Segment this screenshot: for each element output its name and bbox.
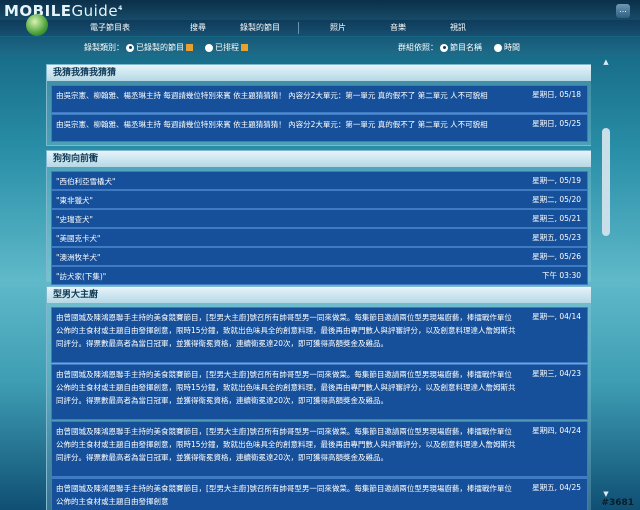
scrollbar-thumb[interactable] [602,128,610,236]
program-group: 我猜我猜我猜猜 由吳宗憲、柳翰雅、楊丞琳主持 每週請幾位特別來賓 依主題猜猜猜！… [46,64,591,146]
recording-date: 下午 03:30 [542,271,581,280]
recording-description: 由曾國城及陳鴻恩聯手主持的美食競賽節目，[型男大主廚]號召所有帥哥型男一同來做菜… [56,313,516,348]
sort-name-label: 節目名稱 [450,43,482,52]
window-menu-button[interactable]: ... [616,4,630,18]
recording-row[interactable]: 由曾國城及陳鴻恩聯手主持的美食競賽節目，[型男大主廚]號召所有帥哥型男一同來做菜… [51,478,588,510]
recording-description: "西伯利亞雪橇犬" [56,177,116,186]
nav-photos[interactable]: 照片 [330,22,346,33]
program-group-title[interactable]: 型男大主廚 [47,287,591,303]
recording-row[interactable]: "東非獵犬" 星期二, 05/20 [51,190,588,209]
logo-sub-text: Guide [71,2,119,20]
scheduled-icon [241,44,248,51]
recording-row[interactable]: 由曾國城及陳鴻恩聯手主持的美食競賽節目，[型男大主廚]號召所有帥哥型男一同來做菜… [51,421,588,477]
recording-row[interactable]: "西伯利亞雪橇犬" 星期一, 05/19 [51,171,588,190]
recording-row[interactable]: 由曾國城及陳鴻恩聯手主持的美食競賽節目，[型男大主廚]號召所有帥哥型男一同來做菜… [51,364,588,420]
app-logo: MOBILEGuide4 [4,2,123,20]
radio-scheduled-icon[interactable] [205,43,213,52]
nav-divider [298,22,299,34]
recording-description: 由吳宗憲、柳翰雅、楊丞琳主持 每週請幾位特別來賓 依主題猜猜猜！ 內容分2大單元… [56,91,488,100]
recording-description: "東非獵犬" [56,196,93,205]
recording-date: 星期日, 05/25 [532,119,581,128]
program-group: 型男大主廚 由曾國城及陳鴻恩聯手主持的美食競賽節目，[型男大主廚]號召所有帥哥型… [46,286,591,510]
recording-date: 星期三, 04/23 [532,369,581,378]
recording-date: 星期一, 04/14 [532,312,581,321]
recording-date: 星期二, 05/20 [532,195,581,204]
recording-row[interactable]: "澳洲牧羊犬" 星期一, 05/26 [51,247,588,266]
filter-recorded-option[interactable]: 已錄製的節目 [126,42,193,53]
logo-version: 4 [118,5,123,12]
recorded-icon [186,44,193,51]
recording-date: 星期一, 05/19 [532,176,581,185]
radio-recorded-icon[interactable] [126,43,134,52]
program-group-title[interactable]: 我猜我猜我猜猜 [47,65,591,81]
nav-music[interactable]: 音樂 [390,22,406,33]
recording-date: 星期四, 04/24 [532,426,581,435]
recording-date: 星期五, 05/23 [532,233,581,242]
recording-description: "訪犬家(下集)" [56,272,107,281]
scrollbar[interactable]: ▲ ▼ [600,58,612,498]
recording-date: 星期三, 05/21 [532,214,581,223]
recording-description: "澳洲牧羊犬" [56,253,101,262]
nav-search[interactable]: 搜尋 [190,22,206,33]
sort-label: 群組依照： [398,43,438,52]
sort-time-label: 時間 [504,43,520,52]
recording-description: "史瑞查犬" [56,215,93,224]
recording-description: "美國克卡犬" [56,234,101,243]
sort-name-option[interactable]: 節目名稱 [440,42,482,53]
recording-description: 由吳宗憲、柳翰雅、楊丞琳主持 每週請幾位特別來賓 依主題猜猜猜！ 內容分2大單元… [56,120,488,129]
recording-date: 星期日, 05/18 [532,90,581,99]
category-label: 錄製類別： [84,43,124,52]
recording-row[interactable]: 由吳宗憲、柳翰雅、楊丞琳主持 每週請幾位特別來賓 依主題猜猜猜！ 內容分2大單元… [51,85,588,113]
recording-row[interactable]: 由曾國城及陳鴻恩聯手主持的美食競賽節目，[型男大主廚]號召所有帥哥型男一同來做菜… [51,307,588,363]
recordings-list[interactable]: 我猜我猜我猜猜 由吳宗憲、柳翰雅、楊丞琳主持 每週請幾位特別來賓 依主題猜猜猜！… [46,58,591,510]
recording-date: 星期一, 05/26 [532,252,581,261]
recording-description: 由曾國城及陳鴻恩聯手主持的美食競賽節目，[型男大主廚]號召所有帥哥型男一同來做菜… [56,484,512,506]
nav-video[interactable]: 視訊 [450,22,466,33]
scroll-up-icon[interactable]: ▲ [602,58,610,66]
nav-epg[interactable]: 電子節目表 [90,22,130,33]
watermark: #3681 [601,498,634,508]
recording-date: 星期五, 04/25 [532,483,581,492]
recording-row[interactable]: "史瑞查犬" 星期三, 05/21 [51,209,588,228]
nav-recorded[interactable]: 錄製的節目 [240,22,280,33]
scroll-down-icon[interactable]: ▼ [602,490,610,498]
start-orb-icon[interactable] [26,14,48,36]
filter-scheduled-option[interactable]: 已排程 [205,42,248,53]
recording-row[interactable]: "美國克卡犬" 星期五, 05/23 [51,228,588,247]
sort-time-option[interactable]: 時間 [494,42,520,53]
radio-sort-time-icon[interactable] [494,43,502,52]
recording-row[interactable]: 由吳宗憲、柳翰雅、楊丞琳主持 每週請幾位特別來賓 依主題猜猜猜！ 內容分2大單元… [51,114,588,142]
recording-description: 由曾國城及陳鴻恩聯手主持的美食競賽節目，[型男大主廚]號召所有帥哥型男一同來做菜… [56,370,516,405]
radio-sort-name-icon[interactable] [440,43,448,52]
program-group: 狗狗向前衝 "西伯利亞雪橇犬" 星期一, 05/19 "東非獵犬" 星期二, 0… [46,150,591,285]
option-scheduled-label: 已排程 [215,43,239,52]
option-recorded-label: 已錄製的節目 [136,43,184,52]
recording-row[interactable]: "訪犬家(下集)" 下午 03:30 [51,266,588,285]
recording-description: 由曾國城及陳鴻恩聯手主持的美食競賽節目，[型男大主廚]號召所有帥哥型男一同來做菜… [56,427,516,462]
program-group-title[interactable]: 狗狗向前衝 [47,151,591,167]
